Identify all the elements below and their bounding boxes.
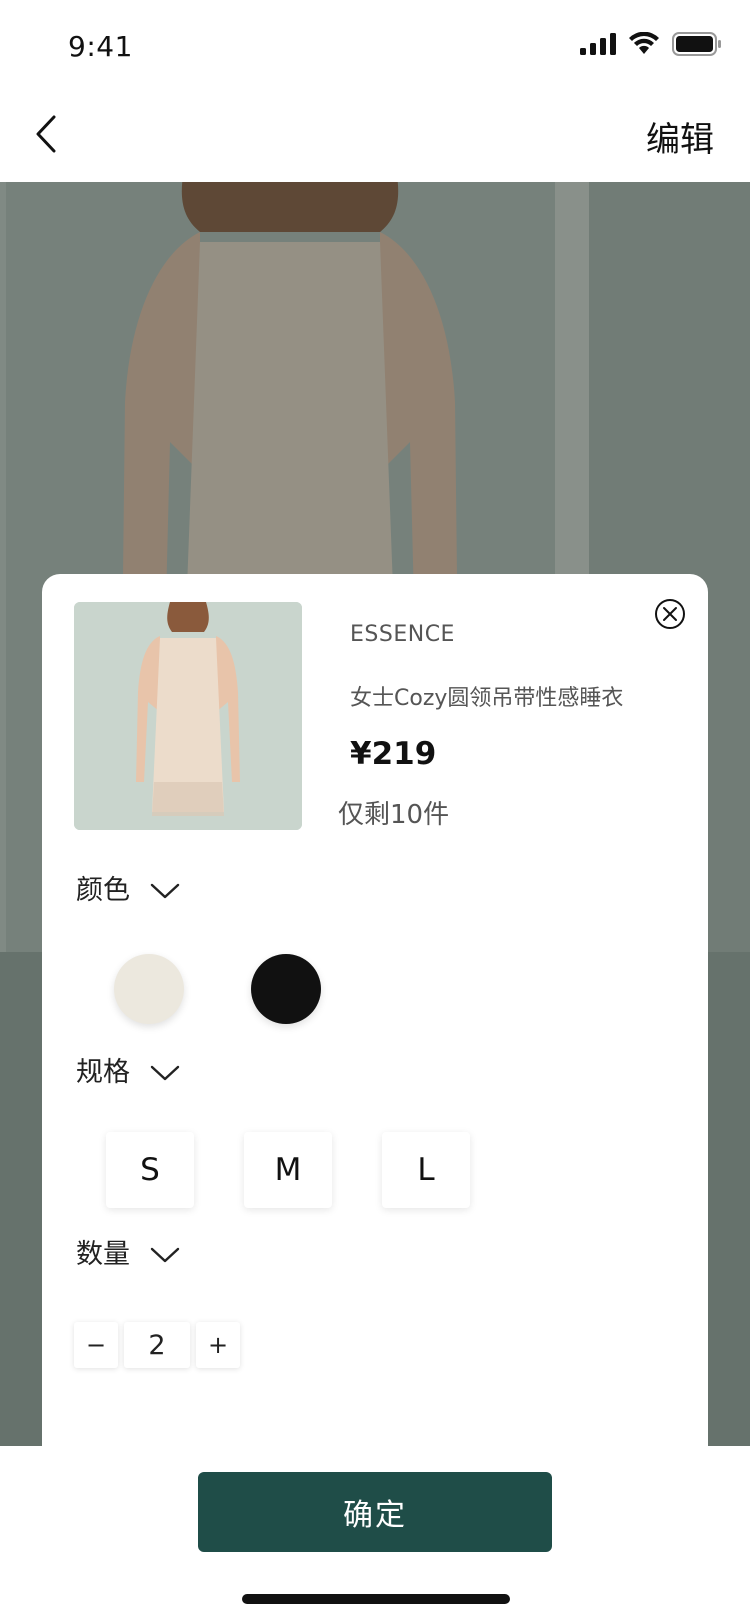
status-bar: 9:41 [0, 0, 750, 92]
confirm-button[interactable]: 确定 [198, 1472, 552, 1552]
wifi-icon [629, 32, 659, 54]
chevron-down-icon [150, 1247, 180, 1263]
product-name: 女士Cozy圆领吊带性感睡衣 [350, 686, 624, 711]
quantity-section-title: 数量 [76, 1239, 130, 1270]
back-button[interactable] [24, 106, 68, 162]
stock-remaining: 仅剩10件 [338, 800, 450, 830]
size-section-toggle[interactable]: 规格 [76, 1056, 180, 1090]
size-option-m[interactable]: M [244, 1132, 332, 1208]
size-section-title: 规格 [76, 1057, 130, 1088]
quantity-decrement-button[interactable]: − [74, 1322, 118, 1368]
status-icons [580, 32, 722, 56]
close-icon[interactable] [654, 598, 686, 630]
signal-icon [580, 33, 616, 55]
color-swatch-cream[interactable] [114, 954, 184, 1024]
product-brand: ESSENCE [350, 622, 455, 647]
battery-icon [672, 32, 721, 56]
chevron-left-icon [36, 115, 56, 153]
color-section-toggle[interactable]: 颜色 [76, 874, 180, 908]
edit-button[interactable]: 编辑 [646, 112, 714, 161]
size-option-l[interactable]: L [382, 1132, 470, 1208]
color-swatch-black[interactable] [251, 954, 321, 1024]
status-time: 9:41 [68, 30, 133, 63]
size-option-s[interactable]: S [106, 1132, 194, 1208]
product-price: ¥219 [350, 736, 437, 772]
product-options-sheet: ESSENCE 女士Cozy圆领吊带性感睡衣 ¥219 仅剩10件 颜色 规格 … [42, 574, 708, 1446]
product-thumbnail [74, 602, 302, 830]
color-section-title: 颜色 [76, 875, 130, 906]
product-thumbnail-image [74, 602, 302, 830]
quantity-section-toggle[interactable]: 数量 [76, 1238, 180, 1272]
chevron-down-icon [150, 883, 180, 899]
chevron-down-icon [150, 1065, 180, 1081]
quantity-value[interactable]: 2 [124, 1322, 190, 1368]
home-indicator [242, 1594, 510, 1604]
nav-bar: 编辑 [0, 92, 750, 182]
quantity-increment-button[interactable]: + [196, 1322, 240, 1368]
